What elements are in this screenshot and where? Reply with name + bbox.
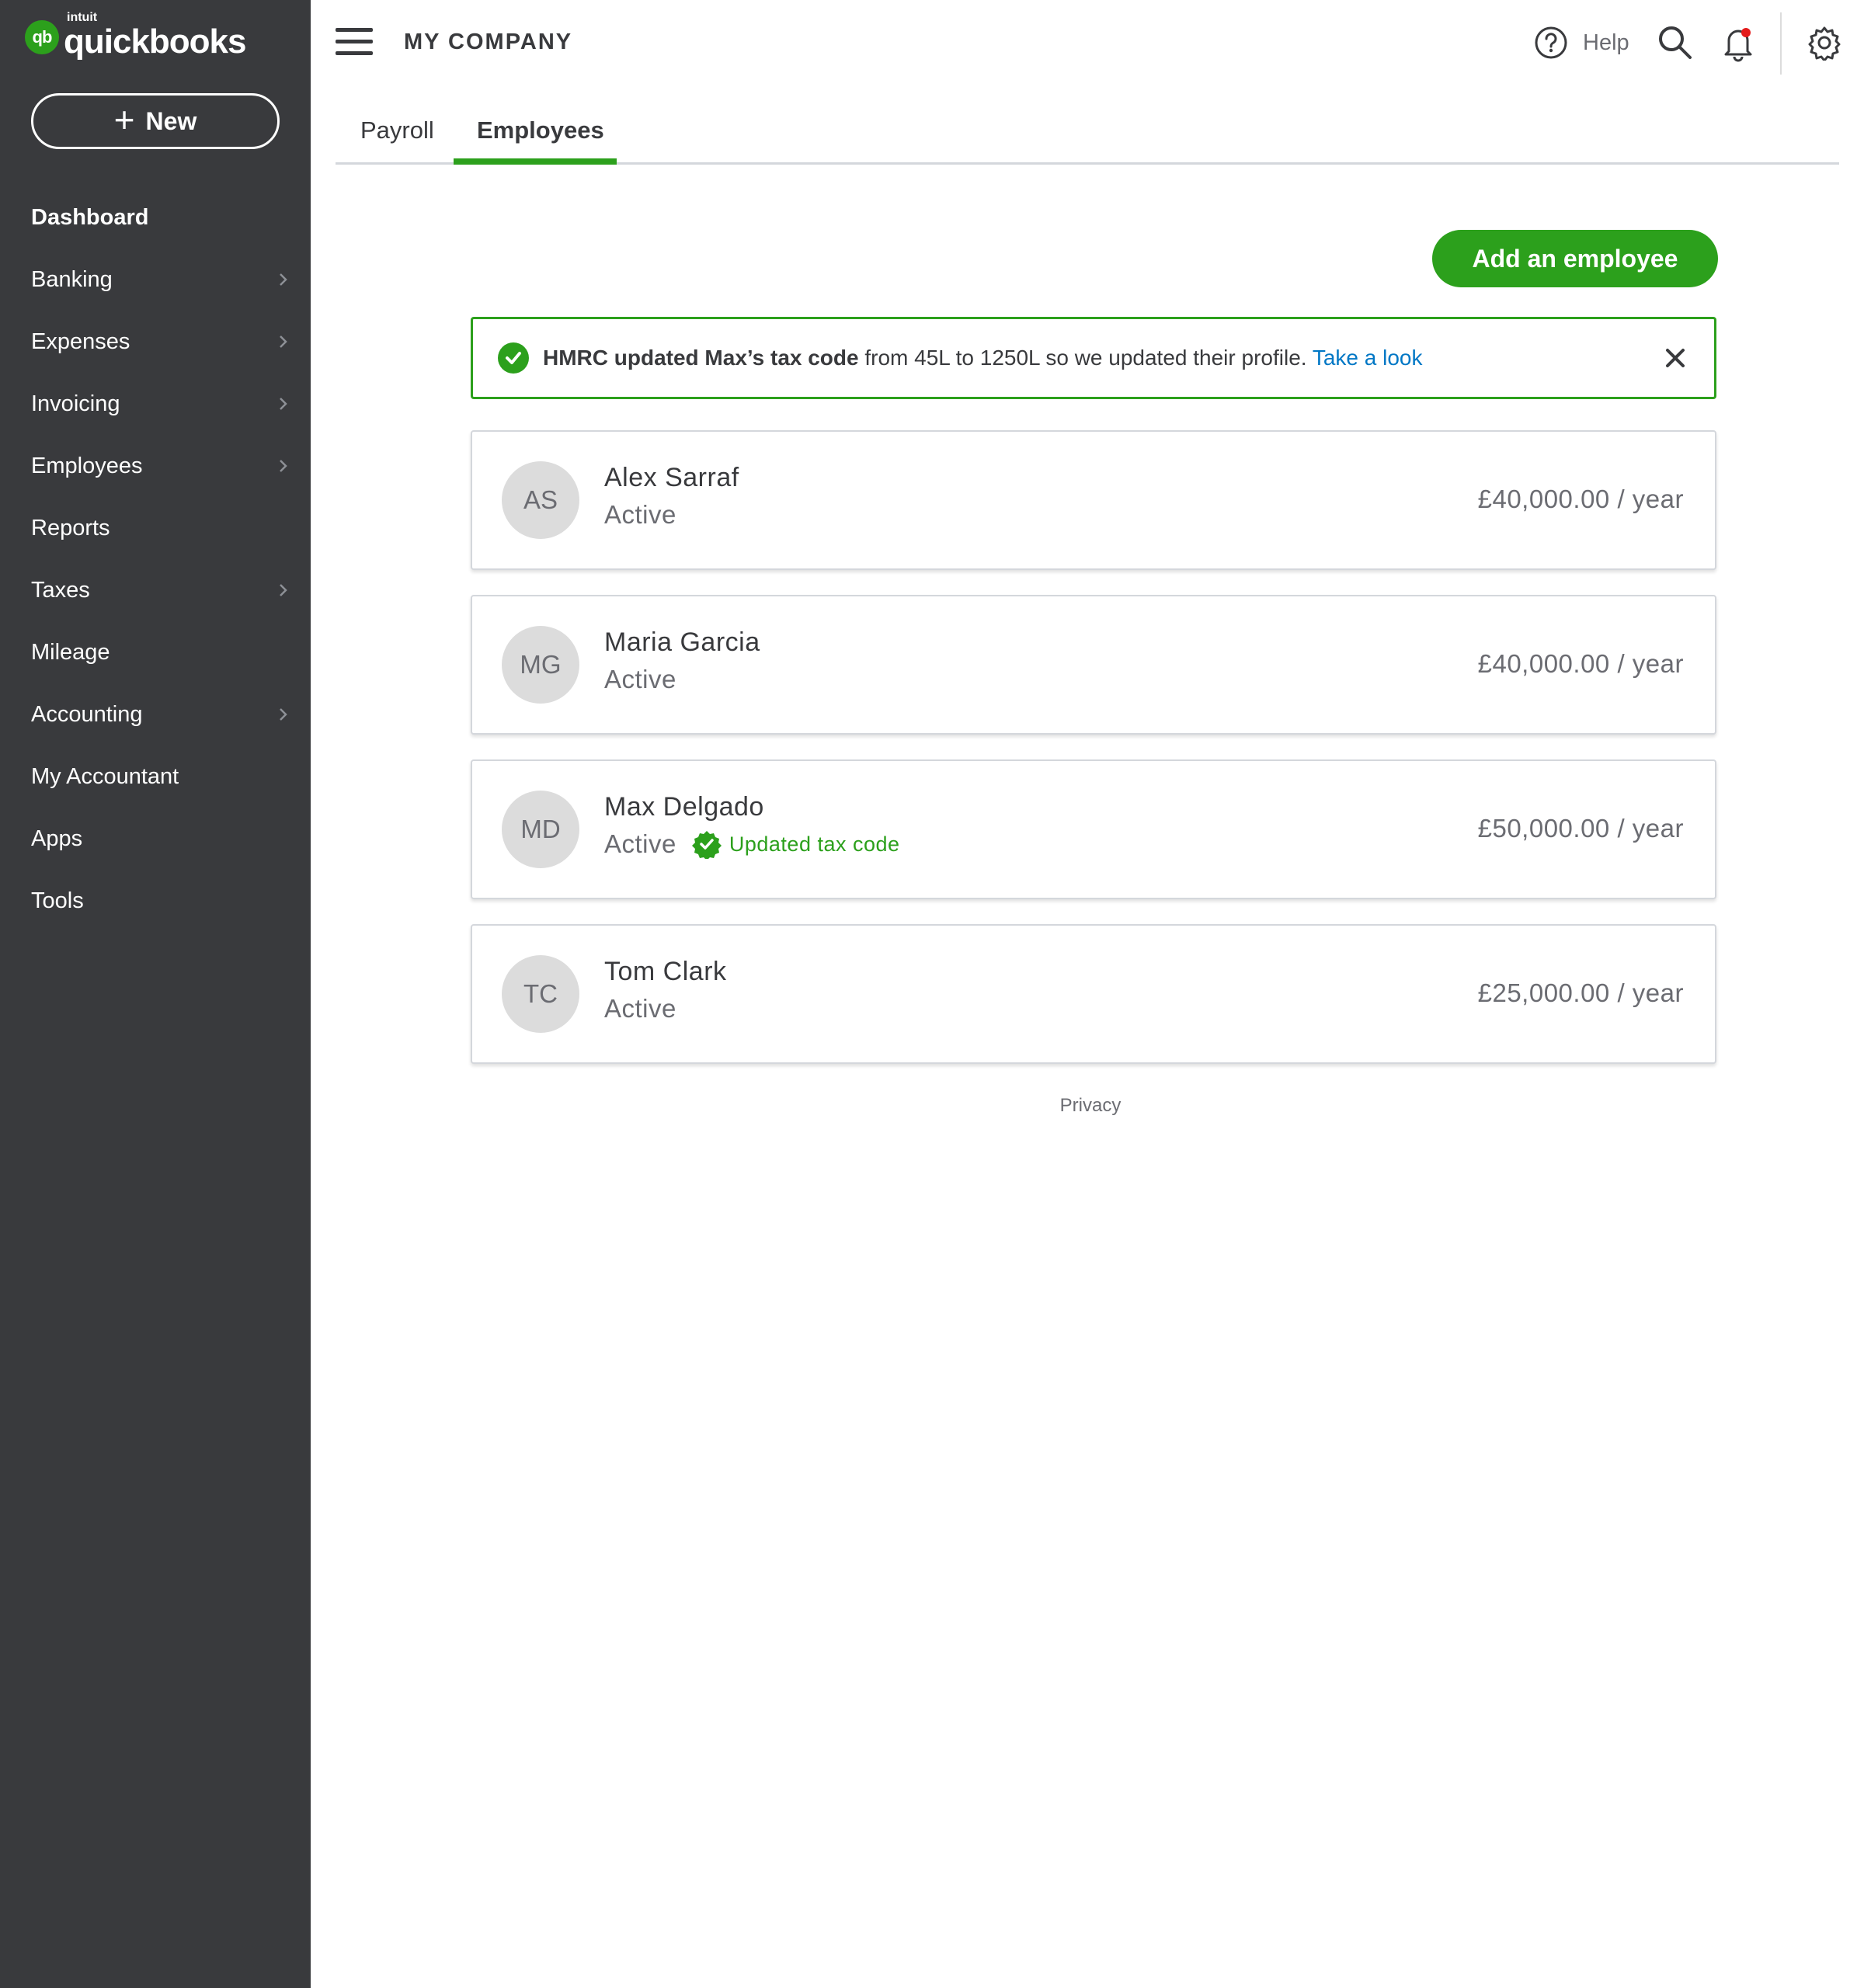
tax-code-notice: HMRC updated Max’s tax code from 45L to … (471, 317, 1716, 399)
sidebar-item-label: Dashboard (31, 204, 149, 230)
sidebar-item-dashboard[interactable]: Dashboard (0, 186, 311, 248)
header-divider (1780, 12, 1782, 75)
privacy-link[interactable]: Privacy (1010, 1095, 1171, 1117)
sidebar-item-label: My Accountant (31, 763, 179, 789)
active-tab-indicator (454, 158, 617, 165)
new-button[interactable]: + New (31, 93, 280, 149)
employee-name: Alex Sarraf (604, 463, 739, 492)
employee-card-alex-sarraf[interactable]: AS Alex Sarraf Active £40,000.00 / year (471, 430, 1716, 570)
employee-status: Active (604, 500, 676, 529)
employee-status-row: Active (604, 500, 676, 530)
qb-logo-icon: qb (25, 20, 59, 54)
notice-bold: HMRC updated Max’s tax code (543, 346, 859, 370)
employee-name: Tom Clark (604, 957, 727, 986)
employee-name: Maria Garcia (604, 627, 760, 657)
employee-salary: £40,000.00 / year (1477, 485, 1684, 513)
plus-icon: + (113, 99, 135, 140)
sidebar-item-invoicing[interactable]: Invoicing (0, 373, 311, 435)
close-icon[interactable] (1660, 342, 1691, 374)
chevron-right-icon (273, 580, 294, 600)
quickbooks-logo[interactable]: qb intuit quickbooks (25, 11, 246, 61)
chevron-right-icon (273, 394, 294, 414)
menu-icon[interactable] (336, 28, 373, 59)
avatar: AS (502, 461, 579, 539)
employee-card-max-delgado[interactable]: MD Max Delgado Active Updated tax code £… (471, 759, 1716, 899)
sidebar-item-reports[interactable]: Reports (0, 497, 311, 559)
bell-icon (1724, 28, 1752, 62)
sidebar-item-label: Mileage (31, 639, 110, 665)
sidebar-item-taxes[interactable]: Taxes (0, 559, 311, 621)
sidebar-item-apps[interactable]: Apps (0, 808, 311, 870)
sidebar-item-tools[interactable]: Tools (0, 870, 311, 932)
company-name: MY COMPANY (404, 30, 573, 54)
sidebar-item-label: Banking (31, 266, 113, 292)
employee-status-row: Active Updated tax code (604, 829, 900, 859)
help-icon (1535, 26, 1567, 59)
avatar: TC (502, 955, 579, 1033)
employee-salary: £25,000.00 / year (1477, 978, 1684, 1007)
chevron-right-icon (273, 456, 294, 476)
employee-salary: £40,000.00 / year (1477, 649, 1684, 678)
chevron-right-icon (273, 269, 294, 290)
sidebar-item-accounting[interactable]: Accounting (0, 683, 311, 746)
sidebar-nav: Dashboard Banking Expenses Invoicing Emp… (0, 186, 311, 932)
badge-label: Updated tax code (729, 832, 900, 856)
sidebar-item-label: Reports (31, 515, 110, 540)
employee-name: Max Delgado (604, 792, 764, 822)
avatar: MG (502, 626, 579, 704)
help-button[interactable]: Help (1533, 25, 1629, 61)
employee-status: Active (604, 829, 676, 858)
sidebar-item-banking[interactable]: Banking (0, 248, 311, 311)
sidebar-item-label: Invoicing (31, 391, 120, 416)
logo-wordmark: quickbooks (64, 23, 246, 61)
sidebar-item-label: Taxes (31, 577, 90, 603)
tab-payroll[interactable]: Payroll (360, 116, 434, 144)
employee-card-maria-garcia[interactable]: MG Maria Garcia Active £40,000.00 / year (471, 595, 1716, 735)
sidebar-item-label: Employees (31, 453, 143, 478)
sidebar-item-label: Expenses (31, 328, 130, 354)
sidebar-item-label: Accounting (31, 701, 143, 727)
chevron-right-icon (273, 332, 294, 352)
employee-status: Active (604, 665, 676, 693)
help-label: Help (1583, 30, 1629, 55)
sidebar-item-label: Apps (31, 825, 83, 851)
notifications-button[interactable] (1720, 23, 1757, 66)
sidebar: qb intuit quickbooks + New Dashboard Ban… (0, 0, 311, 1988)
sidebar-item-employees[interactable]: Employees (0, 435, 311, 497)
logo-intuit: intuit (67, 11, 98, 24)
chevron-right-icon (273, 704, 294, 725)
employee-status-row: Active (604, 665, 676, 694)
top-header: MY COMPANY Help (311, 0, 1864, 87)
updated-tax-code-badge: Updated tax code (691, 829, 900, 859)
notice-body: from 45L to 1250L so we updated their pr… (858, 346, 1313, 370)
search-button[interactable] (1656, 23, 1693, 64)
employee-salary: £50,000.00 / year (1477, 814, 1684, 843)
check-circle-icon (498, 342, 529, 374)
employee-card-tom-clark[interactable]: TC Tom Clark Active £25,000.00 / year (471, 924, 1716, 1064)
add-employee-button[interactable]: Add an employee (1432, 230, 1718, 287)
logo-text: intuit quickbooks (64, 11, 246, 61)
avatar: MD (502, 791, 579, 868)
tab-employees[interactable]: Employees (477, 116, 604, 144)
take-a-look-link[interactable]: Take a look (1313, 346, 1423, 370)
tab-bar: Payroll Employees (336, 106, 1839, 165)
gear-icon (1808, 26, 1841, 62)
employee-status-row: Active (604, 994, 676, 1024)
notice-text: HMRC updated Max’s tax code from 45L to … (543, 346, 1422, 370)
settings-button[interactable] (1807, 25, 1842, 64)
verified-check-icon (691, 831, 722, 859)
sidebar-item-my-accountant[interactable]: My Accountant (0, 746, 311, 808)
employee-status: Active (604, 994, 676, 1023)
sidebar-item-mileage[interactable]: Mileage (0, 621, 311, 683)
search-icon (1659, 26, 1692, 59)
sidebar-item-label: Tools (31, 888, 84, 913)
new-button-label: New (145, 106, 197, 135)
sidebar-item-expenses[interactable]: Expenses (0, 311, 311, 373)
